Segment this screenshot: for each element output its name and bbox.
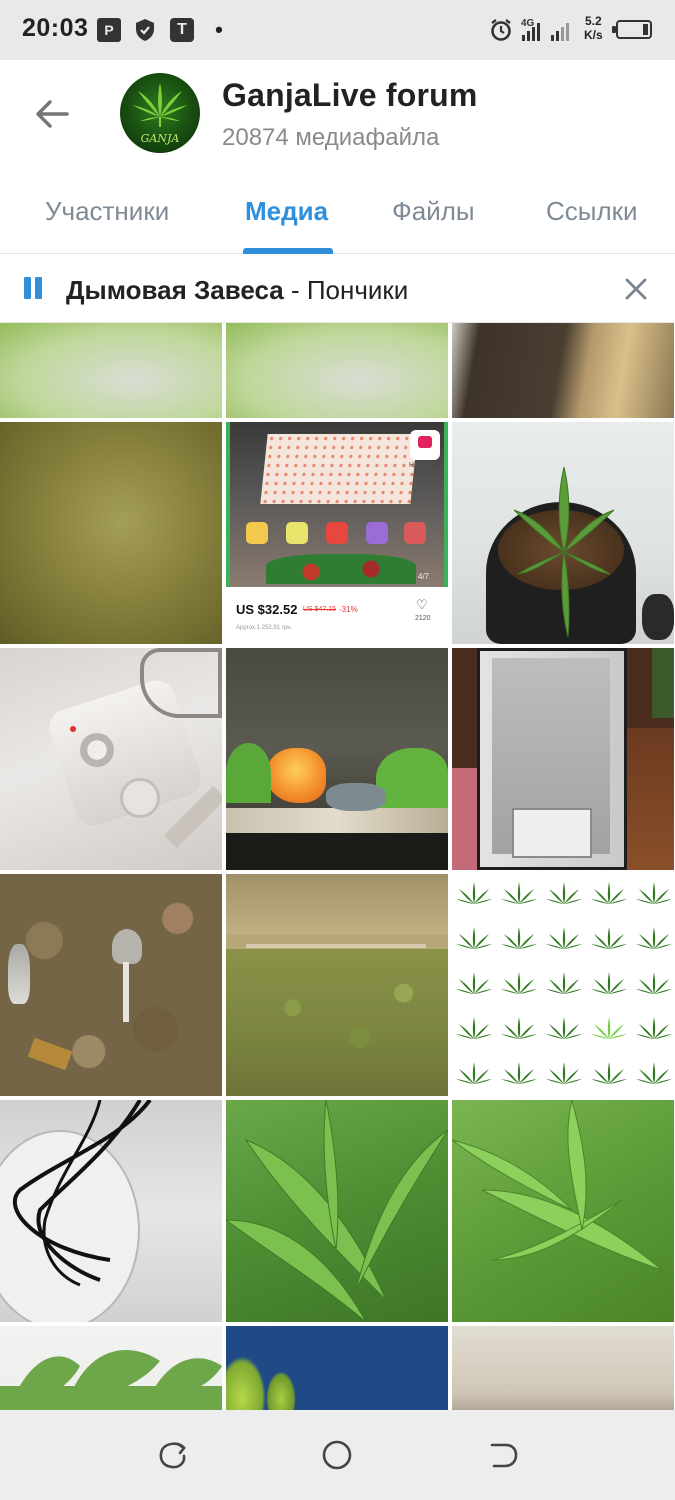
- media-thumbnail[interactable]: [0, 648, 222, 870]
- image-counter: 4/7: [418, 572, 430, 581]
- battery-icon: [612, 20, 652, 39]
- close-icon[interactable]: [620, 273, 652, 305]
- app-notification-icon: P: [97, 18, 121, 42]
- pause-icon[interactable]: [22, 277, 44, 301]
- seedling-leaves-icon: [513, 466, 615, 638]
- media-thumbnail[interactable]: [0, 323, 222, 418]
- media-tabs: Участники Медиа Файлы Ссылки: [0, 180, 675, 254]
- tab-media[interactable]: Медиа: [245, 196, 328, 227]
- tab-links[interactable]: Ссылки: [546, 196, 638, 227]
- media-grid: НАЗАД 4/7 US $32.52 US $47.15 -31% Appro…: [0, 323, 675, 1410]
- home-icon[interactable]: [320, 1438, 354, 1472]
- media-thumbnail[interactable]: [226, 648, 448, 870]
- cannabis-leaves-icon: [226, 1100, 448, 1322]
- network-speed-value: 5.2: [585, 14, 602, 28]
- music-player-bar[interactable]: Дымовая Завеса - Пончики: [0, 255, 675, 323]
- back-icon[interactable]: [486, 1438, 520, 1472]
- media-thumbnail[interactable]: [452, 648, 674, 870]
- track-artist: Дымовая Завеса: [66, 275, 284, 305]
- tab-members[interactable]: Участники: [45, 196, 169, 227]
- cannabis-leaves-icon: [452, 1100, 663, 1271]
- media-thumbnail[interactable]: [226, 1326, 448, 1410]
- network-speed: 5.2 K/s: [584, 14, 603, 42]
- chat-info-header: GANJA GanjaLive forum 20874 медиафайла: [0, 60, 675, 180]
- media-thumbnail[interactable]: [0, 874, 222, 1096]
- now-playing-track[interactable]: Дымовая Завеса - Пончики: [66, 275, 408, 306]
- media-thumbnail[interactable]: [0, 1100, 222, 1322]
- back-arrow-icon[interactable]: [28, 90, 76, 138]
- heart-icon: ♡: [416, 597, 428, 612]
- leaf-chart-icon: [456, 882, 672, 1084]
- status-bar: 20:03 P T • 4G 5.2 K/s: [0, 0, 675, 60]
- media-thumbnail[interactable]: [452, 422, 674, 644]
- cannabis-plants-icon: [0, 1350, 222, 1410]
- media-thumbnail[interactable]: [0, 422, 222, 644]
- listing-discount: -31%: [339, 605, 358, 614]
- status-time: 20:03: [22, 14, 89, 42]
- avatar-lettering: GANJA: [140, 132, 180, 145]
- media-thumbnail[interactable]: [452, 323, 674, 418]
- more-notifications-dot-icon: •: [215, 17, 223, 42]
- cables-icon: [12, 1100, 152, 1287]
- media-thumbnail[interactable]: [226, 874, 448, 1096]
- system-navigation-bar: [0, 1410, 675, 1500]
- track-title: Пончики: [306, 275, 409, 305]
- recent-apps-icon[interactable]: [156, 1438, 190, 1472]
- shield-icon: [133, 18, 157, 42]
- group-avatar[interactable]: GANJA: [120, 73, 200, 153]
- listing-old-price: US $47.15: [303, 606, 337, 613]
- network-speed-unit: K/s: [584, 28, 603, 42]
- media-thumbnail[interactable]: [0, 1326, 222, 1410]
- active-tab-indicator: [243, 248, 333, 254]
- track-separator: -: [283, 275, 307, 305]
- listing-approx-price: Approx.1 252,91 грн.: [236, 625, 293, 631]
- media-thumbnail[interactable]: [452, 1326, 674, 1410]
- cellular-signal-icon: 4G: [520, 18, 580, 42]
- group-title: GanjaLive forum: [222, 77, 478, 113]
- media-thumbnail[interactable]: НАЗАД 4/7 US $32.52 US $47.15 -31% Appro…: [226, 422, 448, 644]
- t-app-icon: T: [170, 18, 194, 42]
- alarm-icon: [488, 18, 514, 42]
- media-count: 20874 медиафайла: [222, 124, 440, 151]
- listing-likes: 2120: [415, 615, 431, 622]
- tab-files[interactable]: Файлы: [392, 196, 475, 227]
- media-thumbnail[interactable]: [226, 1100, 448, 1322]
- listing-badge-label: НАЗАД: [409, 462, 433, 469]
- listing-price: US $32.52: [236, 602, 298, 617]
- media-thumbnail[interactable]: [226, 323, 448, 418]
- media-thumbnail[interactable]: [452, 1100, 674, 1322]
- media-thumbnail[interactable]: [452, 874, 674, 1096]
